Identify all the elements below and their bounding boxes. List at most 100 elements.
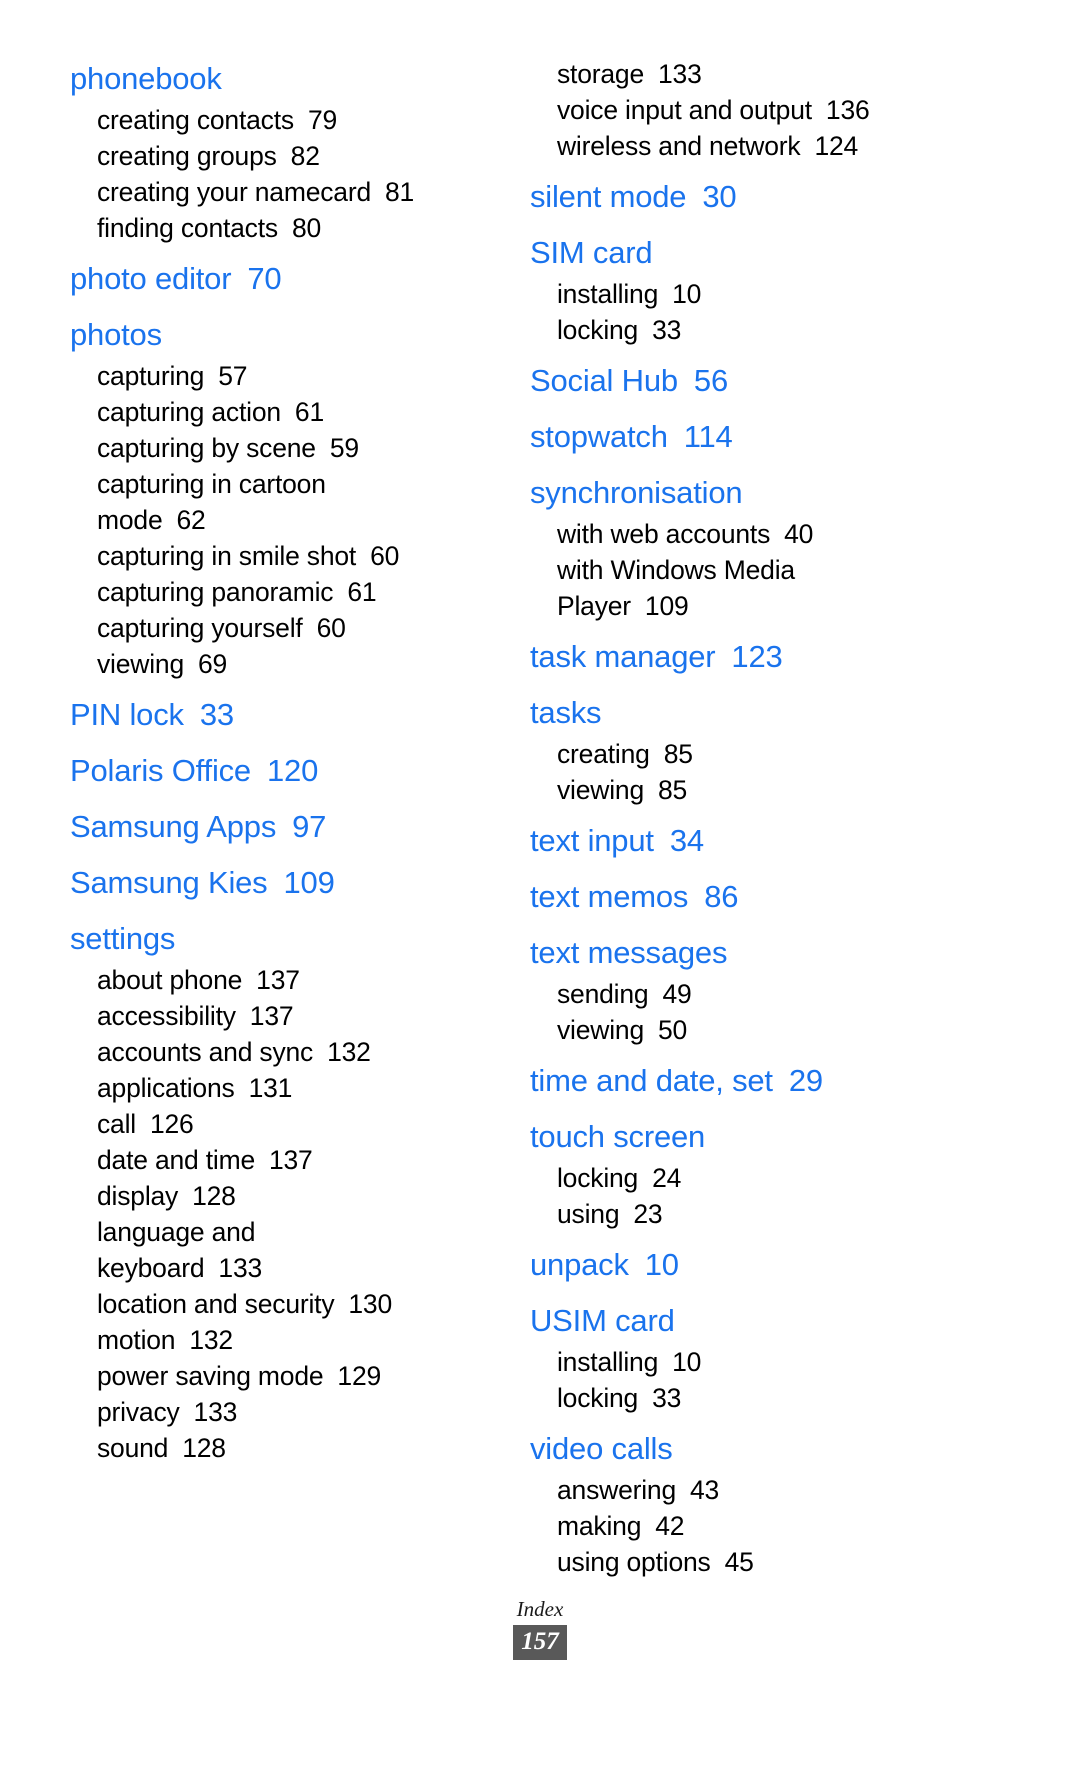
index-subentry[interactable]: power saving mode 129 [70, 1358, 500, 1394]
index-subentry-page: 59 [329, 433, 359, 463]
index-subentry[interactable]: capturing by scene 59 [70, 430, 500, 466]
index-subentry[interactable]: keyboard 133 [70, 1250, 500, 1286]
index-subentry[interactable]: display 128 [70, 1178, 500, 1214]
index-group: Social Hub 56 [530, 358, 960, 404]
index-subentry[interactable]: viewing 69 [70, 646, 500, 682]
index-subentry[interactable]: capturing yourself 60 [70, 610, 500, 646]
index-subentry[interactable]: locking 33 [530, 1380, 960, 1416]
index-heading-page: 97 [292, 809, 327, 844]
index-heading[interactable]: text input 34 [530, 818, 960, 864]
index-subentry-page: 137 [249, 1001, 294, 1031]
index-heading[interactable]: time and date, set 29 [530, 1058, 960, 1104]
index-heading[interactable]: Polaris Office 120 [70, 748, 500, 794]
index-subentry[interactable]: location and security 130 [70, 1286, 500, 1322]
index-heading[interactable]: SIM card [530, 230, 960, 276]
index-group: Samsung Kies 109 [70, 860, 500, 906]
index-heading[interactable]: settings [70, 916, 500, 962]
index-group: synchronisation with web accounts 40 with W… [530, 470, 960, 624]
index-heading[interactable]: USIM card [530, 1298, 960, 1344]
index-heading[interactable]: Samsung Kies 109 [70, 860, 500, 906]
index-heading[interactable]: text messages [530, 930, 960, 976]
index-subentry[interactable]: using options 45 [530, 1544, 960, 1580]
index-subentry-label: installing [557, 279, 659, 309]
index-heading[interactable]: text memos 86 [530, 874, 960, 920]
index-heading-label: Polaris Office [70, 753, 251, 788]
index-subentry[interactable]: capturing action 61 [70, 394, 500, 430]
index-heading[interactable]: synchronisation [530, 470, 960, 516]
index-subentry[interactable]: answering 43 [530, 1472, 960, 1508]
index-subentry[interactable]: privacy 133 [70, 1394, 500, 1430]
index-subentry[interactable]: storage 133 [530, 56, 960, 92]
index-subentry-label: using options [557, 1547, 711, 1577]
index-subentry[interactable]: creating groups 82 [70, 138, 500, 174]
index-subentry[interactable]: sound 128 [70, 1430, 500, 1466]
index-subentry[interactable]: wireless and network 124 [530, 128, 960, 164]
index-subentry[interactable]: installing 10 [530, 276, 960, 312]
index-subentry-page: 42 [655, 1511, 685, 1541]
index-heading[interactable]: photo editor 70 [70, 256, 500, 302]
index-subentry[interactable]: with Windows Media [530, 552, 960, 588]
index-group: SIM card installing 10 locking 33 [530, 230, 960, 348]
index-subentry-label: capturing by scene [97, 433, 316, 463]
index-subentry[interactable]: language and [70, 1214, 500, 1250]
index-subentry-page: 137 [256, 965, 300, 995]
index-heading[interactable]: phonebook [70, 56, 500, 102]
index-subentry[interactable]: locking 33 [530, 312, 960, 348]
index-subentry-page: 132 [327, 1037, 371, 1067]
index-heading[interactable]: PIN lock 33 [70, 692, 500, 738]
index-subentry[interactable]: capturing in smile shot 60 [70, 538, 500, 574]
index-heading[interactable]: photos [70, 312, 500, 358]
index-subentry[interactable]: making 42 [530, 1508, 960, 1544]
index-subentry[interactable]: call 126 [70, 1106, 500, 1142]
index-subentry[interactable]: date and time 137 [70, 1142, 500, 1178]
index-subentry[interactable]: locking 24 [530, 1160, 960, 1196]
index-subentry-page: 136 [825, 95, 870, 125]
index-subentry[interactable]: Player 109 [530, 588, 960, 624]
index-heading[interactable]: video calls [530, 1426, 960, 1472]
index-subentry[interactable]: installing 10 [530, 1344, 960, 1380]
index-heading-label: stopwatch [530, 419, 668, 454]
index-subentry[interactable]: mode 62 [70, 502, 500, 538]
index-subentry[interactable]: viewing 85 [530, 772, 960, 808]
index-subentry[interactable]: capturing 57 [70, 358, 500, 394]
index-heading[interactable]: tasks [530, 690, 960, 736]
index-subentry-label: locking [557, 315, 639, 345]
index-heading-label: photo editor [70, 261, 232, 296]
index-heading[interactable]: silent mode 30 [530, 174, 960, 220]
index-subentry[interactable]: finding contacts 80 [70, 210, 500, 246]
index-heading[interactable]: task manager 123 [530, 634, 960, 680]
index-subentry[interactable]: motion 132 [70, 1322, 500, 1358]
index-heading-page: 30 [702, 179, 737, 214]
index-subentry[interactable]: accessibility 137 [70, 998, 500, 1034]
index-heading-label: phonebook [70, 61, 222, 96]
index-heading[interactable]: stopwatch 114 [530, 414, 960, 460]
index-heading-label: task manager [530, 639, 716, 674]
index-subentry[interactable]: creating contacts 79 [70, 102, 500, 138]
index-subentry-label: voice input and output [557, 95, 812, 125]
index-subentry-page: 133 [218, 1253, 263, 1283]
index-subentry-label: wireless and network [557, 131, 801, 161]
index-subentry[interactable]: creating 85 [530, 736, 960, 772]
index-subentry-label: creating your namecard [97, 177, 371, 207]
index-subentry-label: viewing [557, 775, 644, 805]
index-subentry[interactable]: using 23 [530, 1196, 960, 1232]
index-subentry[interactable]: viewing 50 [530, 1012, 960, 1048]
index-subentry[interactable]: accounts and sync 132 [70, 1034, 500, 1070]
index-heading[interactable]: Samsung Apps 97 [70, 804, 500, 850]
index-heading[interactable]: unpack 10 [530, 1242, 960, 1288]
index-heading-label: photos [70, 317, 162, 352]
index-subentry[interactable]: voice input and output 136 [530, 92, 960, 128]
index-subentry[interactable]: capturing in cartoon [70, 466, 500, 502]
index-subentry-label: keyboard [97, 1253, 205, 1283]
index-subentry[interactable]: sending 49 [530, 976, 960, 1012]
index-subentry[interactable]: about phone 137 [70, 962, 500, 998]
index-subentry-label: using [557, 1199, 620, 1229]
index-subentry[interactable]: with web accounts 40 [530, 516, 960, 552]
index-subentry[interactable]: capturing panoramic 61 [70, 574, 500, 610]
index-subentry[interactable]: creating your namecard 81 [70, 174, 500, 210]
index-subentry[interactable]: applications 131 [70, 1070, 500, 1106]
index-heading-page: 120 [266, 753, 319, 788]
index-heading[interactable]: touch screen [530, 1114, 960, 1160]
index-subentry-page: 82 [290, 141, 320, 171]
index-heading[interactable]: Social Hub 56 [530, 358, 960, 404]
